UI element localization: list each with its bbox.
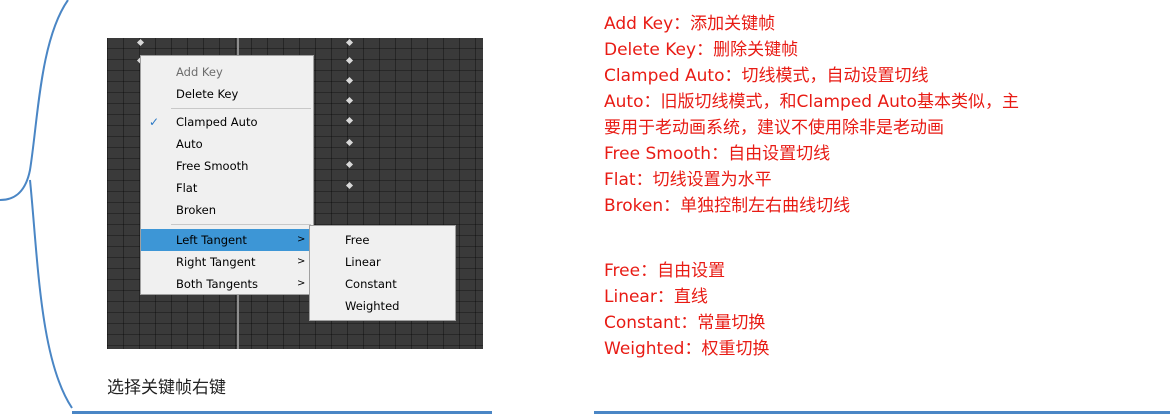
mindmap-underline xyxy=(594,411,1170,414)
submenu-item-label: Free xyxy=(345,233,370,247)
mindmap-underline xyxy=(72,411,492,414)
menu-item-flat[interactable]: Flat xyxy=(141,177,313,199)
submenu-item-free[interactable]: Free xyxy=(310,229,455,251)
menu-item-label: Add Key xyxy=(176,65,223,79)
tangent-submenu: Free Linear Constant Weighted xyxy=(309,225,456,321)
menu-item-label: Left Tangent xyxy=(176,233,247,247)
keyframe-marker[interactable] xyxy=(345,160,354,169)
note-line: Linear：直线 xyxy=(604,287,708,307)
menu-separator xyxy=(171,224,311,225)
keyframe-marker[interactable] xyxy=(345,96,354,105)
submenu-item-label: Constant xyxy=(345,277,397,291)
menu-item-label: Flat xyxy=(176,181,198,195)
menu-item-auto[interactable]: Auto xyxy=(141,133,313,155)
menu-item-broken[interactable]: Broken xyxy=(141,199,313,221)
submenu-arrow-icon: > xyxy=(297,278,306,289)
note-line: Constant：常量切换 xyxy=(604,313,766,333)
submenu-item-constant[interactable]: Constant xyxy=(310,273,455,295)
submenu-item-label: Linear xyxy=(345,255,381,269)
menu-item-left-tangent[interactable]: Left Tangent > xyxy=(141,229,313,251)
menu-item-label: Right Tangent xyxy=(176,255,256,269)
menu-item-both-tangents[interactable]: Both Tangents > xyxy=(141,273,313,295)
submenu-arrow-icon: > xyxy=(297,256,306,267)
menu-item-right-tangent[interactable]: Right Tangent > xyxy=(141,251,313,273)
menu-item-clamped-auto[interactable]: ✓ Clamped Auto xyxy=(141,111,313,133)
note-line: Clamped Auto：切线模式，自动设置切线 xyxy=(604,66,929,86)
submenu-arrow-icon: > xyxy=(297,234,306,245)
context-menu: Add Key Delete Key ✓ Clamped Auto Auto F… xyxy=(140,55,314,295)
note-line: 要用于老动画系统，建议不使用除非是老动画 xyxy=(604,118,944,138)
note-line: Flat：切线设置为水平 xyxy=(604,170,772,190)
keyframe-marker[interactable] xyxy=(345,138,354,147)
keyframe-marker[interactable] xyxy=(345,181,354,190)
note-line: Broken：单独控制左右曲线切线 xyxy=(604,196,851,216)
screenshot-caption: 选择关键帧右键 xyxy=(107,378,226,398)
menu-item-label: Both Tangents xyxy=(176,277,258,291)
submenu-item-label: Weighted xyxy=(345,299,400,313)
menu-separator xyxy=(171,108,311,109)
note-line: Weighted：权重切换 xyxy=(604,339,770,359)
note-line: Free Smooth：自由设置切线 xyxy=(604,144,831,164)
menu-item-label: Auto xyxy=(176,137,203,151)
submenu-item-linear[interactable]: Linear xyxy=(310,251,455,273)
note-line: Delete Key：删除关键帧 xyxy=(604,40,799,60)
menu-item-free-smooth[interactable]: Free Smooth xyxy=(141,155,313,177)
note-line: Add Key：添加关键帧 xyxy=(604,14,776,34)
menu-item-label: Broken xyxy=(176,203,217,217)
keyframe-marker[interactable] xyxy=(345,38,354,47)
keyframe-marker[interactable] xyxy=(136,38,145,47)
note-line: Free：自由设置 xyxy=(604,261,726,281)
checkmark-icon: ✓ xyxy=(149,115,160,129)
menu-item-label: Delete Key xyxy=(176,87,239,101)
menu-item-delete-key[interactable]: Delete Key xyxy=(141,83,313,105)
menu-item-add-key[interactable]: Add Key xyxy=(141,61,313,83)
keyframe-marker[interactable] xyxy=(345,56,354,65)
keyframe-marker[interactable] xyxy=(345,76,354,85)
keyframe-marker[interactable] xyxy=(345,116,354,125)
submenu-item-weighted[interactable]: Weighted xyxy=(310,295,455,317)
menu-item-label: Free Smooth xyxy=(176,159,249,173)
menu-item-label: Clamped Auto xyxy=(176,115,258,129)
note-line: Auto：旧版切线模式，和Clamped Auto基本类似，主 xyxy=(604,92,1019,112)
